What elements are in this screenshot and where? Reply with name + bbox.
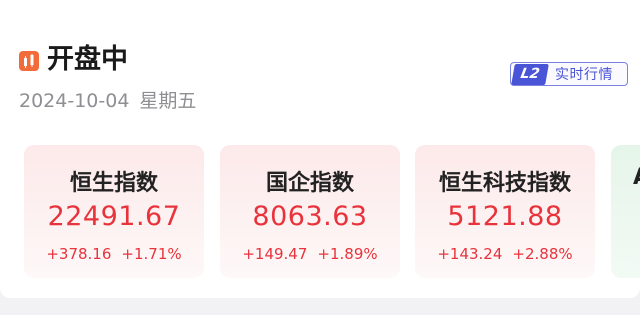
index-card-hscei[interactable]: 国企指数 8063.63 +149.47 +1.89% [220, 145, 400, 278]
date-text: 2024-10-04 [19, 90, 130, 112]
market-status-title: 开盘中 [47, 44, 128, 75]
l2-realtime-quote-button[interactable]: L2 实时行情 [510, 62, 628, 86]
index-value: 22491.67 [47, 201, 181, 232]
l2-icon: L2 [511, 63, 549, 85]
change-points: +143.24 [437, 245, 503, 263]
index-change: +143.24 +2.88% [415, 245, 595, 263]
realtime-quote-label: 实时行情 [555, 67, 613, 83]
index-value: 5121.88 [447, 201, 563, 232]
change-points: +378.16 [46, 245, 112, 263]
candlestick-icon [19, 51, 39, 71]
change-percent: +1.71% [121, 245, 182, 263]
trade-date: 2024-10-04 星期五 [19, 88, 196, 114]
change-percent: +1.89% [317, 245, 378, 263]
index-name: 国企指数 [265, 171, 354, 196]
index-value: 8063.63 [252, 201, 368, 232]
index-name: 恒生指数 [69, 171, 158, 196]
index-card-hstech[interactable]: 恒生科技指数 5121.88 +143.24 +2.88% [415, 145, 595, 278]
index-change: +378.16 +1.71% [24, 245, 204, 263]
index-card-hsi[interactable]: 恒生指数 22491.67 +378.16 +1.71% [24, 145, 204, 278]
weekday-text: 星期五 [139, 90, 197, 112]
index-name: 恒生科技指数 [438, 171, 571, 196]
market-panel: 开盘中 2024-10-04 星期五 L2 实时行情 恒生指数 22491.67 … [0, 0, 640, 298]
change-points: +149.47 [242, 245, 308, 263]
change-percent: +2.88% [512, 245, 573, 263]
index-name-partial: A [633, 165, 640, 190]
index-change: +149.47 +1.89% [220, 245, 400, 263]
index-card-next[interactable]: A [611, 145, 640, 278]
